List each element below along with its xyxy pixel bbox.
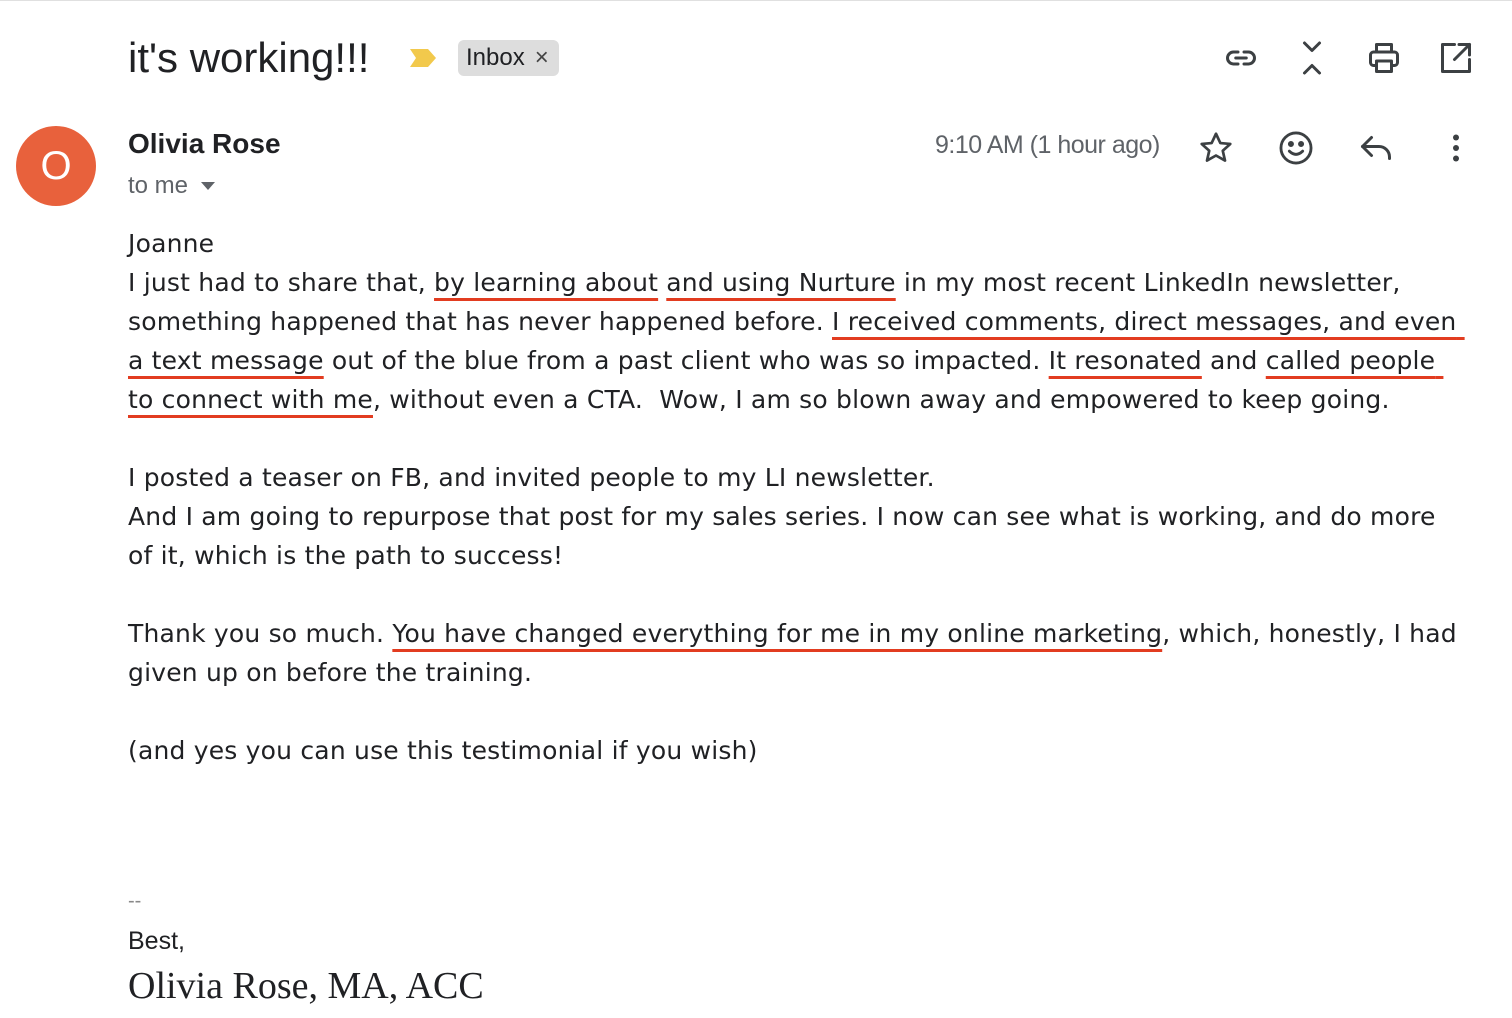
body-paragraph-4: (and yes you can use this testimonial if… bbox=[128, 736, 758, 765]
body-paragraph-2-line-1: I posted a teaser on FB, and invited peo… bbox=[128, 463, 935, 492]
email-body: Joanne I just had to share that, by lear… bbox=[128, 224, 1468, 770]
collapse-icon[interactable] bbox=[1292, 38, 1332, 78]
recipient-details-toggle[interactable]: to me bbox=[128, 172, 216, 200]
signature-name: Olivia Rose, MA, ACC bbox=[128, 965, 484, 1007]
remove-label-icon[interactable]: × bbox=[535, 46, 549, 70]
importance-marker-icon[interactable] bbox=[408, 47, 438, 69]
greeting: Joanne bbox=[128, 229, 215, 258]
signature-separator: -- bbox=[128, 890, 142, 912]
label-chip-inbox: Inbox × bbox=[458, 40, 559, 76]
sender-name[interactable]: Olivia Rose bbox=[128, 128, 281, 160]
email-subject: it's working!!! bbox=[128, 34, 370, 81]
more-options-icon[interactable] bbox=[1434, 126, 1478, 170]
open-in-new-window-icon[interactable] bbox=[1436, 38, 1476, 78]
chevron-down-icon bbox=[201, 182, 216, 190]
link-icon[interactable] bbox=[1221, 38, 1261, 78]
print-icon[interactable] bbox=[1364, 38, 1404, 78]
body-paragraph-1: I just had to share that, by learning ab… bbox=[128, 263, 1468, 419]
body-paragraph-3: Thank you so much. You have changed ever… bbox=[128, 614, 1468, 692]
signature-closing: Best, bbox=[128, 927, 185, 955]
underlined-phrase: You have changed everything for me in my… bbox=[392, 619, 1163, 648]
star-icon[interactable] bbox=[1194, 126, 1238, 170]
text-segment: , without even a CTA. Wow, I am so blown… bbox=[372, 385, 1390, 414]
underlined-phrase: and using Nurture bbox=[666, 268, 896, 297]
email-timestamp: 9:10 AM (1 hour ago) bbox=[935, 131, 1160, 159]
text-segment: Thank you so much. bbox=[128, 619, 393, 648]
top-divider bbox=[0, 0, 1512, 1]
body-paragraph-2-line-2: And I am going to repurpose that post fo… bbox=[128, 502, 1444, 570]
label-chip-text: Inbox bbox=[466, 44, 525, 71]
text-segment: I just had to share that, bbox=[128, 268, 435, 297]
reply-icon[interactable] bbox=[1354, 126, 1398, 170]
sender-avatar[interactable]: O bbox=[16, 126, 96, 206]
underlined-phrase: by learning about bbox=[434, 268, 659, 297]
emoji-reaction-icon[interactable] bbox=[1274, 126, 1318, 170]
text-segment: out of the blue from a past client who w… bbox=[323, 346, 1049, 375]
recipient-label: to me bbox=[128, 172, 189, 199]
underlined-phrase: It resonated bbox=[1048, 346, 1202, 375]
text-segment: and bbox=[1201, 346, 1266, 375]
